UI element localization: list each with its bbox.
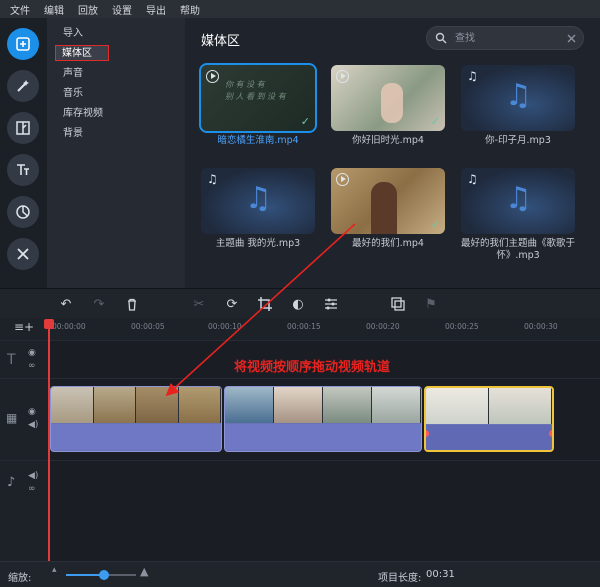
project-length-label: 项目长度:	[378, 573, 422, 584]
zoom-slider-thumb[interactable]	[99, 570, 109, 580]
annotation-arrow	[165, 223, 356, 397]
status-bar: 缩放: ▴ ▲ 项目长度: 00:31	[0, 561, 600, 587]
instruction-annotation: 将视频按顺序拖动视频轨道	[234, 360, 391, 375]
zoom-label: 缩放:	[8, 573, 32, 584]
zoom-out-icon[interactable]: ▴	[52, 565, 57, 575]
zoom-slider[interactable]	[66, 570, 136, 580]
zoom-in-icon[interactable]: ▲	[140, 565, 148, 578]
app-window: 文件 编辑 回放 设置 导出 帮助 导入 媒体区 声音 音乐 库存视频 背景 媒…	[0, 0, 600, 587]
project-length-value: 00:31	[426, 569, 455, 580]
